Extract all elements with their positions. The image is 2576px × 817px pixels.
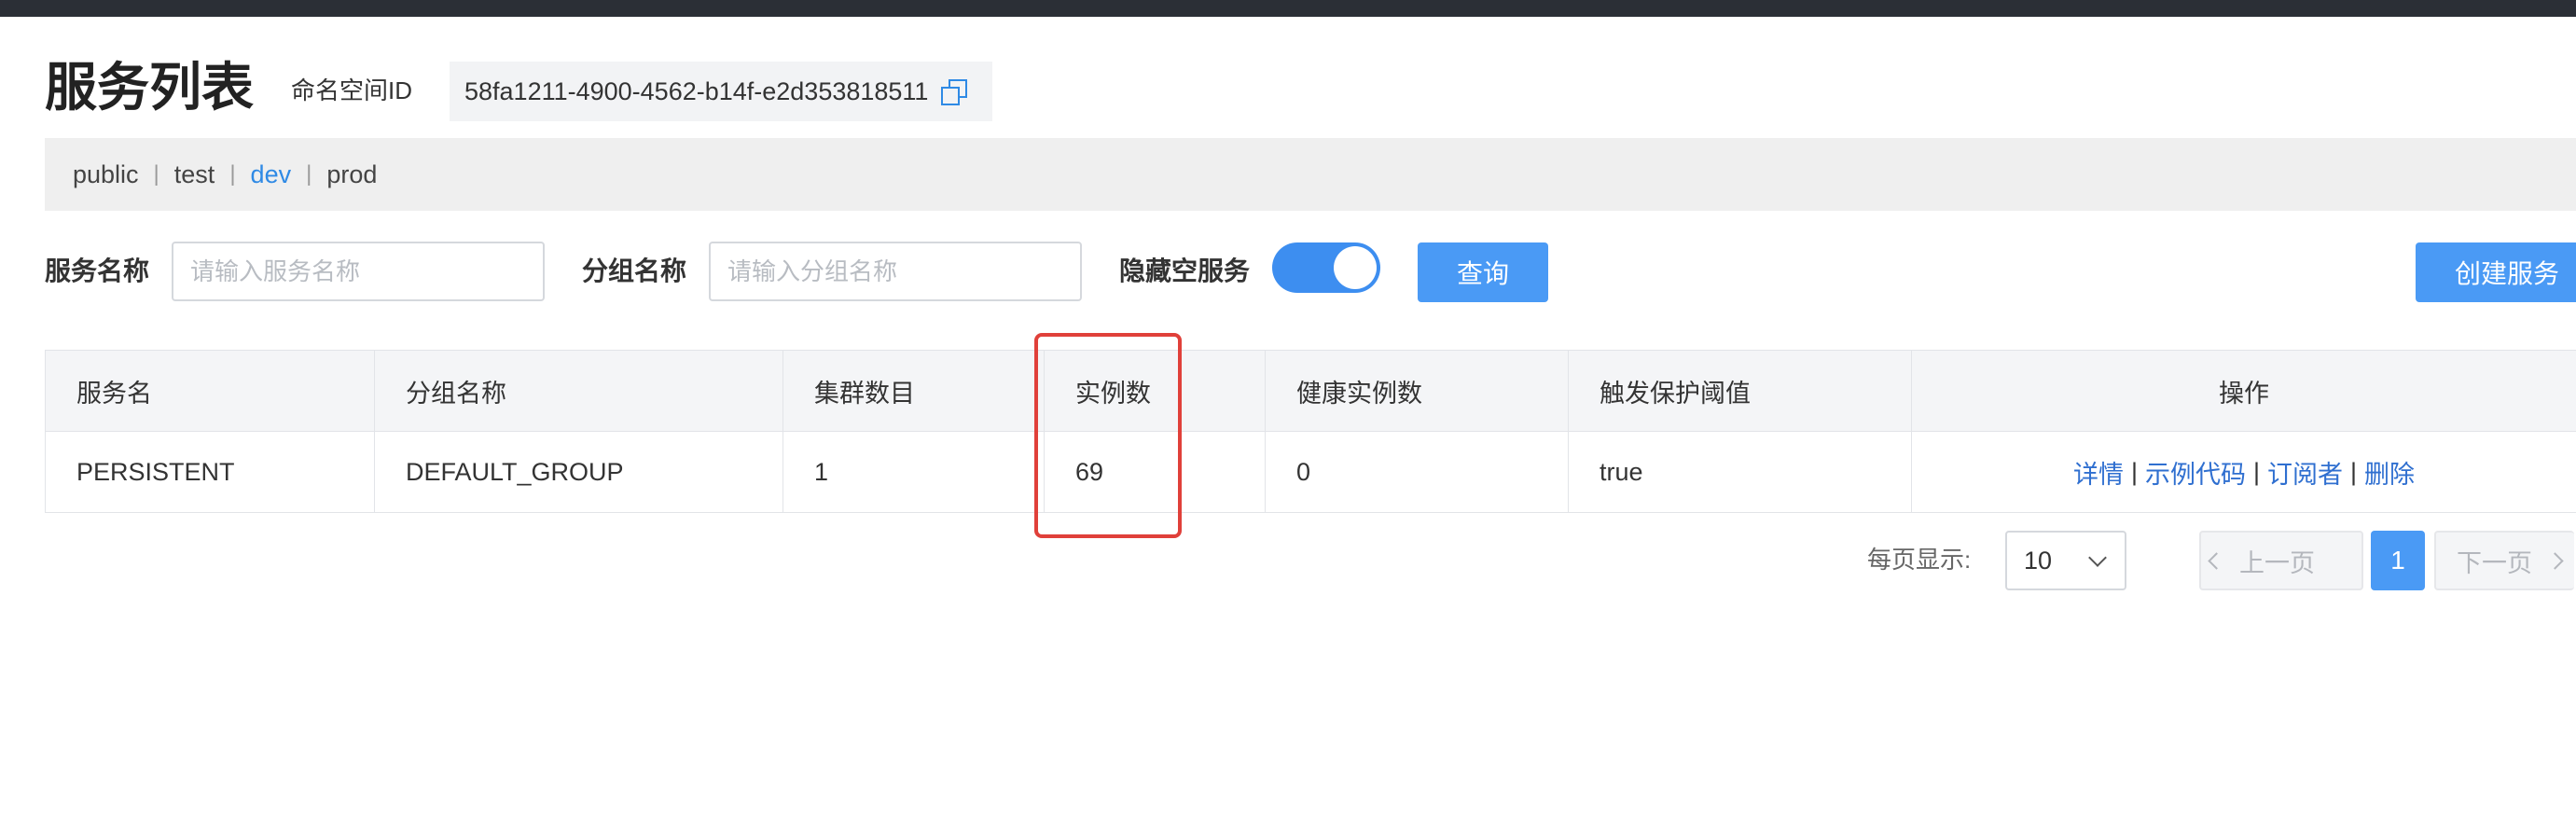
namespace-separator: | — [306, 161, 312, 187]
service-table: 服务名 分组名称 集群数目 实例数 健康实例数 触发保护阈值 操作 PERSIS… — [45, 350, 2576, 513]
column-header-instance-count: 实例数 — [1045, 351, 1266, 431]
group-name-label: 分组名称 — [582, 256, 687, 285]
cell-protect-threshold: true — [1569, 432, 1912, 512]
create-service-button[interactable]: 创建服务 — [2416, 242, 2576, 302]
hide-empty-toggle[interactable] — [1272, 242, 1380, 293]
cell-operations: 详情 | 示例代码 | 订阅者 | 删除 — [1912, 432, 2576, 512]
chevron-right-icon — [2546, 551, 2564, 570]
next-page-label: 下一页 — [2457, 548, 2532, 577]
next-page-button[interactable]: 下一页 — [2434, 531, 2574, 590]
subscribers-link[interactable]: 订阅者 — [2267, 454, 2343, 491]
cell-instance-count: 69 — [1045, 432, 1266, 512]
hide-empty-label: 隐藏空服务 — [1119, 256, 1251, 285]
operation-separator: | — [2350, 457, 2358, 486]
window-top-bar — [0, 0, 2576, 17]
column-header-service-name: 服务名 — [46, 351, 375, 431]
service-name-input[interactable] — [172, 242, 545, 301]
namespace-id-value: 58fa1211-4900-4562-b14f-e2d353818511 — [464, 76, 929, 105]
cell-cluster-count: 1 — [783, 432, 1045, 512]
toggle-knob — [1334, 246, 1377, 289]
detail-link[interactable]: 详情 — [2073, 454, 2124, 491]
namespace-separator: | — [229, 161, 236, 187]
prev-page-button[interactable]: 上一页 — [2199, 531, 2363, 590]
namespace-separator: | — [153, 161, 159, 187]
cell-group-name: DEFAULT_GROUP — [375, 432, 783, 512]
cell-service-name: PERSISTENT — [46, 432, 375, 512]
delete-link[interactable]: 删除 — [2364, 454, 2415, 491]
column-header-protect-threshold: 触发保护阈值 — [1569, 351, 1912, 431]
group-name-input[interactable] — [709, 242, 1082, 301]
column-header-cluster-count: 集群数目 — [783, 351, 1045, 431]
page-size-value: 10 — [2024, 546, 2053, 575]
copy-icon[interactable] — [939, 77, 968, 105]
operation-separator: | — [2252, 457, 2260, 486]
page-title: 服务列表 — [45, 58, 254, 117]
query-button[interactable]: 查询 — [1418, 242, 1548, 302]
namespace-tab-prod[interactable]: prod — [326, 160, 377, 189]
column-header-operations: 操作 — [1912, 351, 2576, 431]
table-row: PERSISTENT DEFAULT_GROUP 1 69 0 true 详情 … — [46, 432, 2576, 512]
table-header-row: 服务名 分组名称 集群数目 实例数 健康实例数 触发保护阈值 操作 — [46, 351, 2576, 432]
column-header-group-name: 分组名称 — [375, 351, 783, 431]
prev-page-label: 上一页 — [2239, 548, 2315, 577]
page-number-current[interactable]: 1 — [2371, 531, 2425, 590]
namespace-id-label: 命名空间ID — [291, 76, 413, 104]
operation-separator: | — [2130, 457, 2138, 486]
cell-healthy-instance-count: 0 — [1266, 432, 1569, 512]
chevron-left-icon — [2208, 551, 2225, 570]
page-size-select[interactable]: 10 — [2005, 531, 2126, 590]
page-size-label: 每页显示: — [1867, 546, 1972, 574]
namespace-id-box: 58fa1211-4900-4562-b14f-e2d353818511 — [450, 62, 992, 121]
column-header-healthy-instance-count: 健康实例数 — [1266, 351, 1569, 431]
namespace-tab-test[interactable]: test — [174, 160, 215, 189]
chevron-down-icon — [2088, 548, 2107, 567]
namespace-tab-dev[interactable]: dev — [251, 160, 292, 189]
namespace-tabs: public | test | dev | prod — [45, 138, 2576, 211]
namespace-tab-public[interactable]: public — [73, 160, 139, 189]
service-name-label: 服务名称 — [45, 256, 150, 285]
sample-code-link[interactable]: 示例代码 — [2145, 454, 2246, 491]
